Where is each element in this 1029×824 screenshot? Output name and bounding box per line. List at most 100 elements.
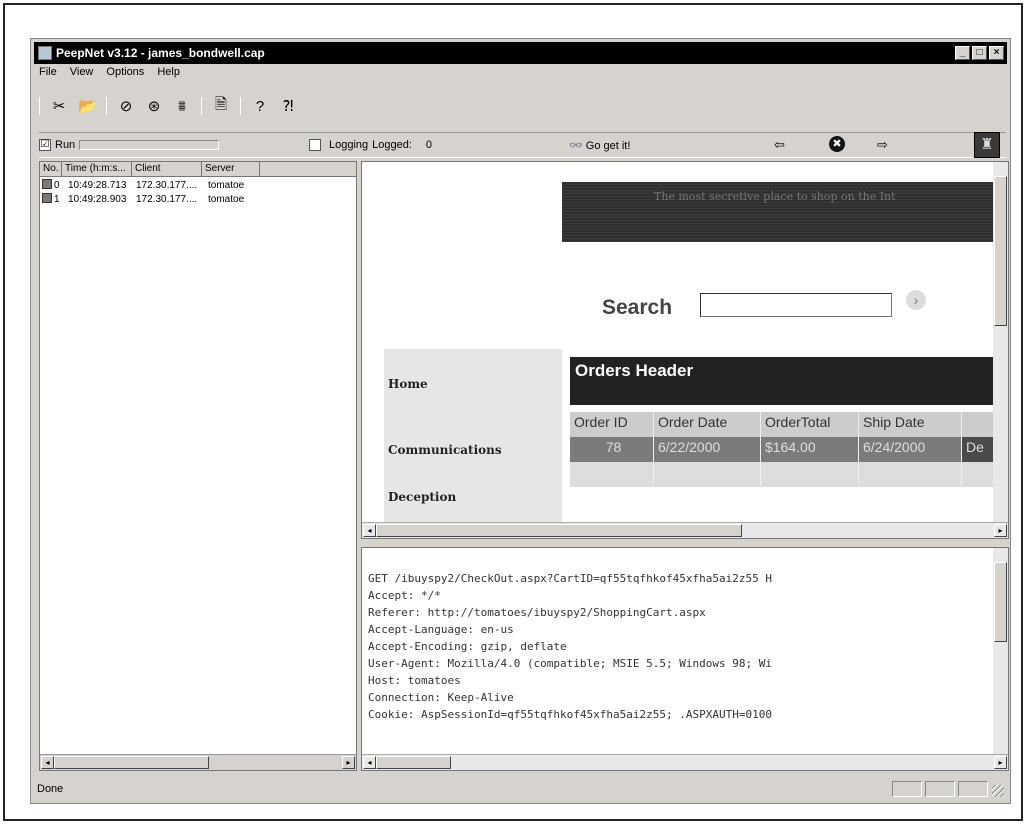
document-icon[interactable]: 🗎	[212, 94, 230, 119]
packet-time: 10:49:28.903	[68, 194, 127, 205]
packet-row[interactable]: 1 10:49:28.903 172.30.177.... tomatoe	[40, 193, 260, 207]
close-button[interactable]: ×	[989, 46, 1004, 60]
column-header-client[interactable]: Client	[132, 162, 202, 177]
toolbar-separator	[240, 97, 241, 115]
stats-icon[interactable]: ⩩	[173, 98, 191, 115]
column-header-server[interactable]: Server	[202, 162, 260, 177]
open-icon[interactable]: 📂	[78, 97, 97, 115]
stop-icon[interactable]: ✖	[829, 136, 845, 152]
resize-grip-icon[interactable]	[992, 785, 1004, 797]
cut-icon[interactable]: ✂	[50, 97, 68, 115]
packet-list-hscrollbar[interactable]: ◂ ▸	[40, 754, 356, 770]
scroll-left-icon[interactable]: ◂	[363, 756, 376, 769]
help-icon[interactable]: ?	[251, 98, 269, 115]
request-text: GET /ibuyspy2/CheckOut.aspx?CartID=qf55t…	[368, 572, 992, 725]
status-panel	[892, 781, 922, 797]
preview-vscrollbar[interactable]	[993, 162, 1008, 522]
request-line: Accept-Language: en-us	[368, 623, 514, 636]
search-go-icon[interactable]: ›	[906, 290, 926, 310]
request-line: Referer: http://tomatoes/ibuyspy2/Shoppi…	[368, 606, 706, 619]
search-input[interactable]	[700, 293, 892, 317]
run-progress-bar	[79, 140, 220, 150]
minimize-button[interactable]: _	[955, 46, 970, 60]
nav-communications-link[interactable]: Communications	[388, 443, 502, 457]
packet-time: 10:49:28.713	[68, 180, 127, 191]
status-panel	[925, 781, 955, 797]
packet-client: 172.30.177....	[136, 180, 198, 191]
capture-icon[interactable]: ⊘	[117, 97, 135, 115]
menu-options[interactable]: Options	[106, 66, 144, 83]
binoculars-icon: 👓	[569, 140, 583, 152]
status-bar: Done	[35, 779, 1006, 799]
orders-header: Orders Header	[570, 357, 996, 405]
go-get-it-button[interactable]: 👓 Go get it!	[569, 139, 630, 152]
empty-row	[570, 462, 996, 487]
scroll-left-icon[interactable]: ◂	[363, 524, 376, 537]
logging-label: Logging	[329, 139, 369, 151]
window-title: PeepNet v3.12 - james_bondwell.cap	[56, 46, 265, 60]
nav-home-link[interactable]: Home	[388, 377, 428, 391]
scroll-left-icon[interactable]: ◂	[41, 756, 54, 769]
nav-deception-link[interactable]: Deception	[388, 490, 456, 504]
run-label: Run	[55, 139, 76, 151]
scroll-thumb[interactable]	[54, 756, 209, 769]
site-banner: The most secretive place to shop on the …	[562, 182, 996, 242]
orders-table: Order ID Order Date OrderTotal Ship Date…	[570, 412, 996, 487]
go-get-it-label: Go get it!	[585, 140, 631, 152]
ship-date: 6/24/2000	[859, 437, 962, 462]
status-panels	[892, 781, 988, 797]
menu-help[interactable]: Help	[157, 66, 180, 83]
preview-hscrollbar[interactable]: ◂ ▸	[362, 522, 1008, 538]
request-line: Accept-Encoding: gzip, deflate	[368, 640, 567, 653]
scroll-right-icon[interactable]: ▸	[342, 756, 355, 769]
run-checkbox[interactable]: ☑	[39, 139, 51, 151]
scroll-thumb[interactable]	[376, 756, 451, 769]
logged-label: Logged:	[372, 139, 412, 151]
logged-count: 0	[425, 139, 433, 151]
toolbar-separator	[106, 97, 107, 115]
logging-checkbox[interactable]	[309, 139, 321, 151]
order-details-link[interactable]: De	[962, 437, 996, 462]
back-arrow-icon[interactable]: ⇦	[774, 137, 785, 153]
site-nav: Home Communications Deception	[384, 349, 562, 523]
maximize-button[interactable]: □	[972, 46, 987, 60]
scroll-right-icon[interactable]: ▸	[994, 756, 1007, 769]
request-hscrollbar[interactable]: ◂ ▸	[362, 754, 1008, 770]
status-text: Done	[37, 783, 64, 795]
scroll-right-icon[interactable]: ▸	[994, 524, 1007, 537]
request-line: Connection: Keep-Alive	[368, 691, 514, 704]
request-line: GET /ibuyspy2/CheckOut.aspx?CartID=qf55t…	[368, 572, 772, 585]
packet-client: 172.30.177....	[136, 194, 198, 205]
toolbar-separator	[201, 97, 202, 115]
filter-icon[interactable]: ⊛	[145, 97, 163, 115]
menu-view[interactable]: View	[70, 66, 94, 83]
title-bar[interactable]: PeepNet v3.12 - james_bondwell.cap _ □ ×	[34, 42, 1007, 64]
packet-list-header: No. Time (h:m:s... Client Server	[40, 162, 356, 177]
order-row[interactable]: 78 6/22/2000 $164.00 6/24/2000 De	[570, 437, 996, 462]
figure-frame: PeepNet v3.12 - james_bondwell.cap _ □ ×…	[3, 3, 1023, 821]
col-ship-date: Ship Date	[859, 412, 962, 437]
orders-table-header-row: Order ID Order Date OrderTotal Ship Date	[570, 412, 996, 437]
col-details	[962, 412, 996, 437]
request-line: Cookie: AspSessionId=qf55tqfhkof45xfha5a…	[368, 708, 772, 721]
packet-list[interactable]: No. Time (h:m:s... Client Server 0 10:49…	[39, 161, 357, 771]
menu-bar: File View Options Help	[39, 66, 180, 83]
packet-row[interactable]: 0 10:49:28.713 172.30.177.... tomatoe	[40, 179, 260, 193]
request-vscrollbar[interactable]	[993, 548, 1008, 756]
packet-server: tomatoe	[208, 194, 245, 205]
scroll-thumb[interactable]	[376, 524, 742, 537]
scroll-thumb[interactable]	[994, 176, 1007, 326]
packet-server: tomatoe	[208, 180, 245, 191]
column-header-no[interactable]: No.	[40, 162, 62, 177]
search-label: Search	[602, 296, 673, 319]
forward-arrow-icon[interactable]: ⇨	[877, 137, 888, 153]
order-id: 78	[570, 437, 654, 462]
scroll-thumb[interactable]	[994, 562, 1007, 642]
packet-icon	[42, 193, 52, 203]
menu-file[interactable]: File	[39, 66, 57, 83]
packet-icon	[42, 179, 52, 189]
column-header-time[interactable]: Time (h:m:s...	[62, 162, 132, 177]
http-request-pane[interactable]: GET /ibuyspy2/CheckOut.aspx?CartID=qf55t…	[361, 547, 1009, 771]
context-help-icon[interactable]: ⁈	[279, 97, 297, 115]
logging-group: Logging Logged: 0	[309, 139, 432, 151]
